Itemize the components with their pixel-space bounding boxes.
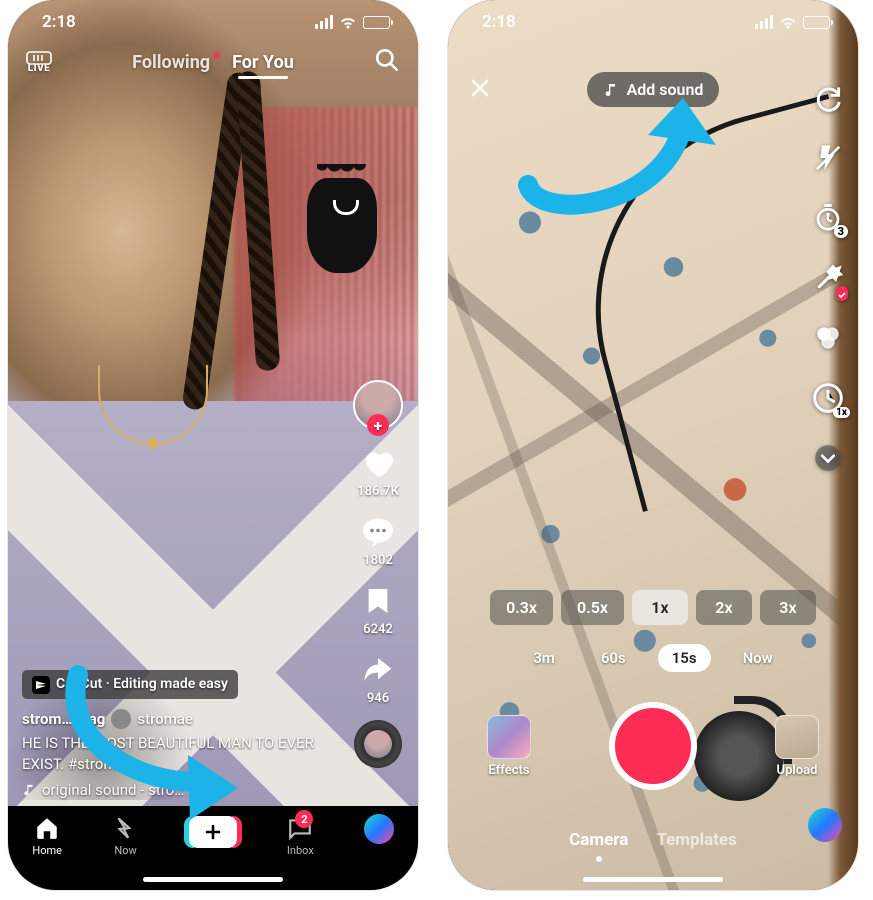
comment-button[interactable]: 1802 <box>359 513 397 568</box>
nav-inbox[interactable]: 2 Inbox <box>285 814 315 857</box>
cellular-icon <box>315 15 333 29</box>
speed-1x[interactable]: 1x <box>632 590 688 625</box>
add-sound-button[interactable]: Add sound <box>587 72 720 107</box>
flip-camera-button[interactable] <box>810 80 846 116</box>
nav-create[interactable] <box>189 814 237 848</box>
music-note-icon <box>22 783 36 797</box>
heart-icon <box>359 444 397 482</box>
nav-now[interactable]: Now <box>111 814 141 857</box>
status-time: 2:18 <box>482 12 516 32</box>
status-time: 2:18 <box>42 12 76 32</box>
video-bg-glove <box>307 178 377 273</box>
capcut-chip[interactable]: CapCut · Editing made easy <box>22 670 238 699</box>
search-button[interactable] <box>374 47 400 78</box>
status-bar: 2:18 <box>448 0 858 44</box>
profile-avatar-icon[interactable] <box>808 808 842 842</box>
nav-home[interactable]: Home <box>32 814 62 857</box>
mode-templates[interactable]: Templates <box>656 830 737 850</box>
home-indicator <box>143 877 283 882</box>
duration-selector: 3m 60s 15s Now <box>448 644 858 672</box>
duration-60s[interactable]: 60s <box>587 644 640 672</box>
effects-button[interactable]: Effects <box>487 715 531 778</box>
duration-now[interactable]: Now <box>729 644 787 672</box>
home-icon <box>32 814 62 842</box>
like-button[interactable]: 186.7K <box>357 444 399 499</box>
record-button[interactable] <box>609 702 697 790</box>
disc-avatar-icon <box>364 730 392 758</box>
speed-0-3x[interactable]: 0.3x <box>490 590 553 625</box>
home-indicator <box>583 877 723 882</box>
top-tabs: LIVE Following For You <box>8 38 418 86</box>
wifi-icon <box>339 16 357 29</box>
more-tools-button[interactable] <box>810 440 846 476</box>
tab-following[interactable]: Following <box>132 52 210 73</box>
notification-dot-icon <box>213 52 220 59</box>
username-row[interactable]: strom…spag stromae <box>22 709 338 729</box>
author-avatar[interactable]: + <box>353 380 403 430</box>
mode-selector: Camera Templates <box>448 830 858 850</box>
battery-icon <box>363 16 390 29</box>
follow-plus-icon[interactable]: + <box>367 414 389 436</box>
record-row: Effects Upload <box>448 702 858 790</box>
capcut-icon <box>32 676 50 694</box>
bookmark-icon <box>359 582 397 620</box>
speed-button[interactable]: 1x <box>810 380 846 416</box>
effects-thumb-icon <box>487 715 531 759</box>
live-button[interactable]: LIVE <box>26 51 52 74</box>
speed-3x[interactable]: 3x <box>760 590 816 625</box>
profile-avatar-icon <box>364 814 394 844</box>
music-note-icon <box>603 82 619 98</box>
share-button[interactable]: 946 <box>359 651 397 706</box>
caption-area: CapCut · Editing made easy strom…spag st… <box>22 670 338 800</box>
camera-tool-rail: 3 1x <box>810 80 846 476</box>
tab-for-you[interactable]: For You <box>232 52 294 73</box>
duration-15s[interactable]: 15s <box>658 644 711 672</box>
sound-row[interactable]: original sound - stro… …ge <box>22 780 338 800</box>
battery-icon <box>803 16 830 29</box>
speed-2x[interactable]: 2x <box>696 590 752 625</box>
filters-button[interactable] <box>810 320 846 356</box>
now-icon <box>111 814 141 842</box>
phone-feed: 2:18 LIVE Following For You + <box>8 0 418 890</box>
timer-button[interactable]: 3 <box>810 200 846 236</box>
share-icon <box>359 651 397 689</box>
comment-icon <box>359 513 397 551</box>
sound-disc[interactable] <box>354 720 402 768</box>
mode-camera[interactable]: Camera <box>569 830 628 850</box>
beautify-button[interactable] <box>810 260 846 296</box>
flash-button[interactable] <box>810 140 846 176</box>
speed-0-5x[interactable]: 0.5x <box>561 590 624 625</box>
nav-profile[interactable] <box>364 814 394 844</box>
wifi-icon <box>779 16 797 29</box>
speed-selector: 0.3x 0.5x 1x 2x 3x <box>448 590 858 625</box>
cellular-icon <box>755 15 773 29</box>
duration-3m[interactable]: 3m <box>519 644 569 672</box>
phone-camera: 2:18 Add sound 3 <box>448 0 858 890</box>
upload-thumb-icon <box>775 715 819 759</box>
close-button[interactable] <box>468 76 492 104</box>
upload-button[interactable]: Upload <box>775 715 819 778</box>
reposter-avatar-icon <box>111 709 131 729</box>
camera-top-bar: Add sound <box>448 72 858 107</box>
create-plus-button[interactable] <box>189 816 237 848</box>
status-bar: 2:18 <box>8 0 418 44</box>
caption-text: HE IS THE MOST BEAUTIFUL MAN TO EVER EXI… <box>22 733 338 774</box>
action-rail: + 186.7K 1802 6242 946 <box>348 380 408 768</box>
save-button[interactable]: 6242 <box>359 582 397 637</box>
active-dot-icon <box>836 286 848 298</box>
